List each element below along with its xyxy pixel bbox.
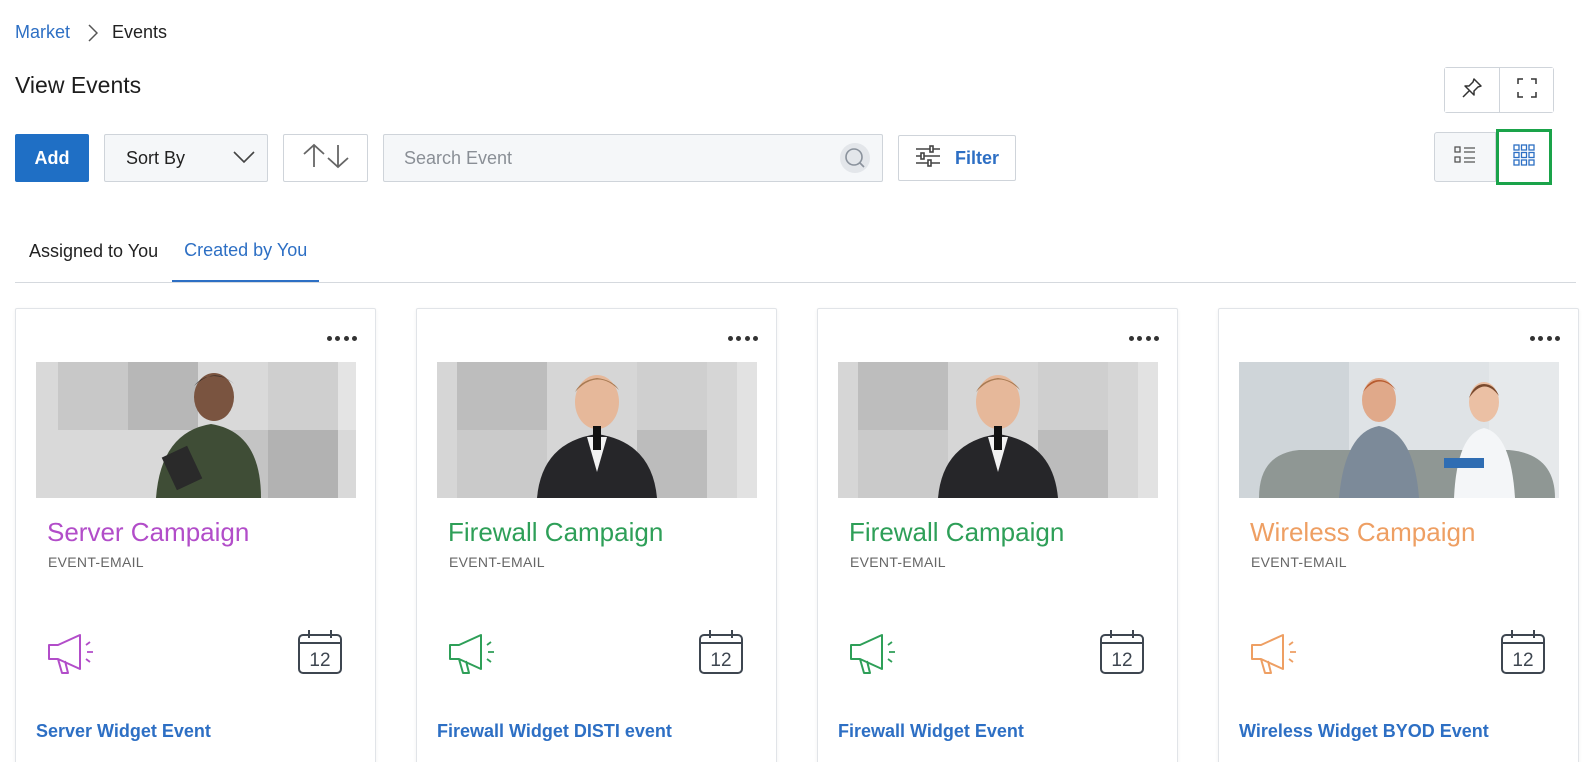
event-type: EVENT-EMAIL: [48, 554, 144, 570]
sort-by-dropdown[interactable]: Sort By: [104, 134, 268, 182]
event-type: EVENT-EMAIL: [1251, 554, 1347, 570]
fullscreen-icon: [1516, 77, 1538, 104]
event-link[interactable]: Firewall Widget DISTI event: [437, 721, 672, 742]
grid-view-icon: [1513, 143, 1535, 171]
event-card[interactable]: Firewall Campaign EVENT-EMAIL 12 Firewal…: [416, 308, 777, 762]
page-actions: [1444, 67, 1554, 113]
list-view-icon: [1454, 145, 1476, 170]
calendar-icon: 12: [1099, 629, 1145, 680]
event-card[interactable]: Server Campaign EVENT-EMAIL 12 Server Wi…: [15, 308, 376, 762]
svg-text:12: 12: [710, 650, 731, 671]
breadcrumb-market-link[interactable]: Market: [15, 22, 70, 43]
event-card[interactable]: Firewall Campaign EVENT-EMAIL 12 Firewal…: [817, 308, 1178, 762]
filter-button[interactable]: Filter: [898, 135, 1016, 181]
calendar-icon: 12: [698, 629, 744, 680]
megaphone-icon: [1249, 631, 1301, 680]
event-image: [437, 362, 757, 498]
search-input[interactable]: [404, 147, 840, 169]
tab-created-by-you[interactable]: Created by You: [172, 220, 320, 282]
event-link[interactable]: Wireless Widget BYOD Event: [1239, 721, 1489, 742]
event-type: EVENT-EMAIL: [449, 554, 545, 570]
view-toggle: [1434, 129, 1552, 185]
megaphone-icon: [447, 631, 499, 680]
sort-order-button[interactable]: [283, 134, 368, 182]
svg-text:12: 12: [1512, 650, 1533, 671]
event-link[interactable]: Server Widget Event: [36, 721, 211, 742]
event-image: [838, 362, 1158, 498]
pin-button[interactable]: [1445, 68, 1499, 112]
campaign-name: Firewall Campaign: [849, 517, 1065, 547]
list-view-button[interactable]: [1434, 132, 1496, 182]
breadcrumb: Market Events: [15, 22, 167, 43]
campaign-name: Server Campaign: [47, 517, 250, 547]
more-dots-icon[interactable]: [327, 331, 357, 345]
event-card-grid: Server Campaign EVENT-EMAIL 12 Server Wi…: [15, 308, 1579, 762]
more-dots-icon[interactable]: [1129, 331, 1159, 345]
event-type: EVENT-EMAIL: [850, 554, 946, 570]
svg-text:12: 12: [309, 650, 330, 671]
sort-arrows-icon: [301, 143, 351, 174]
event-image: [36, 362, 356, 498]
chevron-down-icon: [233, 148, 255, 169]
pin-icon: [1461, 77, 1483, 104]
campaign-name: Firewall Campaign: [448, 517, 664, 547]
event-link[interactable]: Firewall Widget Event: [838, 721, 1024, 742]
sort-by-label: Sort By: [126, 147, 186, 168]
search-icon[interactable]: [840, 143, 870, 173]
sliders-icon: [915, 144, 941, 173]
breadcrumb-current: Events: [112, 22, 168, 42]
more-dots-icon[interactable]: [1530, 331, 1560, 345]
grid-view-button[interactable]: [1496, 129, 1552, 185]
fullscreen-button[interactable]: [1499, 68, 1553, 112]
tab-assigned-to-you[interactable]: Assigned to You: [15, 220, 172, 282]
more-dots-icon[interactable]: [728, 331, 758, 345]
event-card[interactable]: Wireless Campaign EVENT-EMAIL 12 Wireles…: [1218, 308, 1579, 762]
campaign-name: Wireless Campaign: [1250, 517, 1476, 547]
megaphone-icon: [848, 631, 900, 680]
svg-text:12: 12: [1111, 650, 1132, 671]
filter-label: Filter: [954, 147, 999, 168]
add-button[interactable]: Add: [15, 134, 89, 182]
page-title: View Events: [15, 72, 142, 98]
event-tabs: Assigned to You Created by You: [15, 220, 1576, 283]
calendar-icon: 12: [297, 629, 343, 680]
event-image: [1239, 362, 1559, 498]
toolbar: Add Sort By Filter: [15, 134, 1016, 182]
calendar-icon: 12: [1500, 629, 1546, 680]
chevron-right-icon: [88, 23, 99, 42]
search-box: [383, 134, 883, 182]
megaphone-icon: [46, 631, 98, 680]
